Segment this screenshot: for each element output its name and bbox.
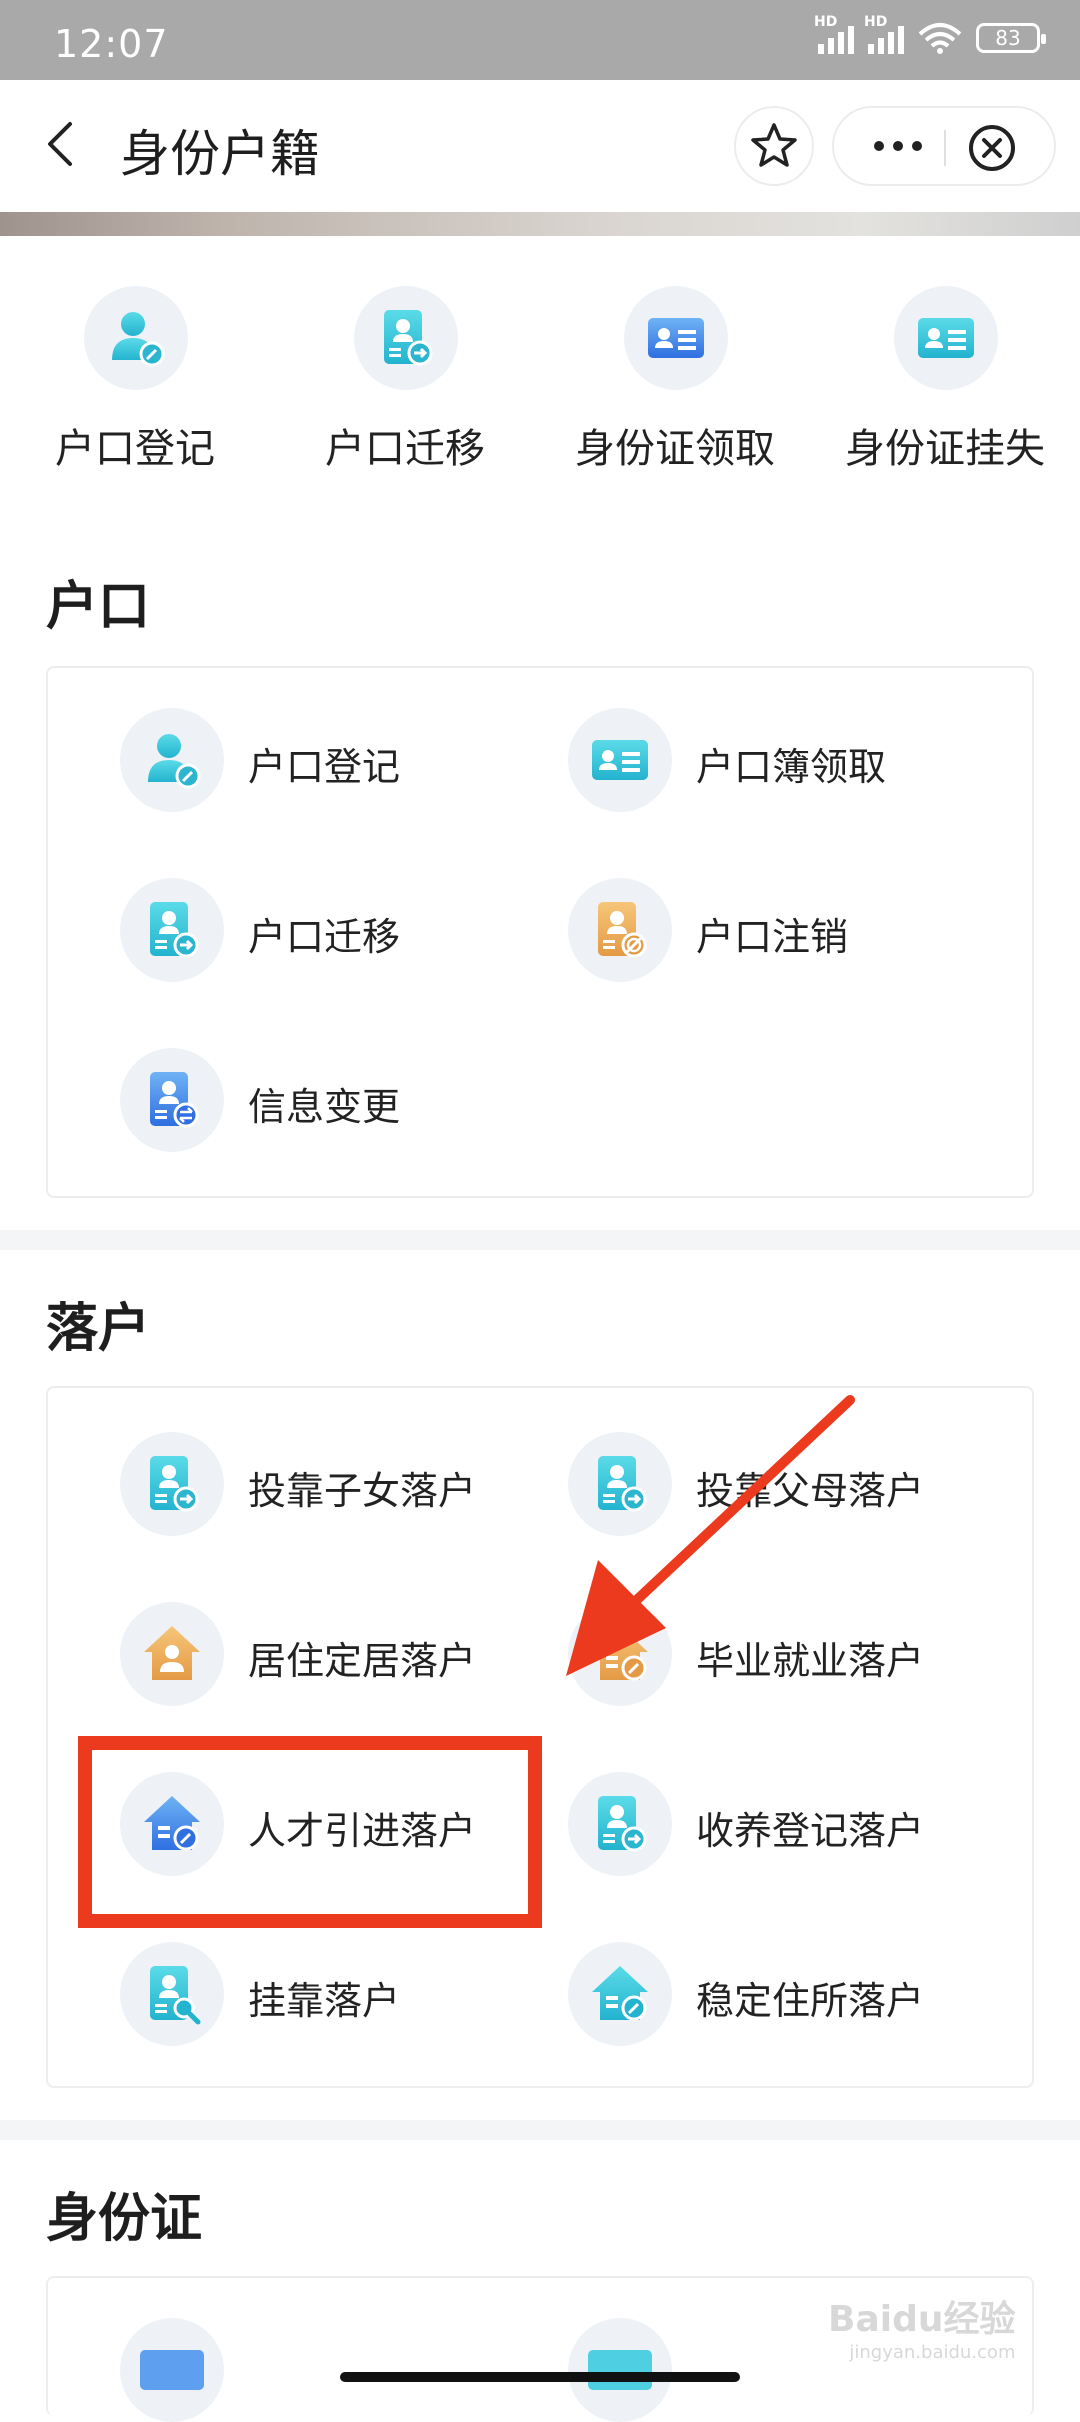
quick-label: 户口迁移: [325, 426, 485, 472]
id-card-icon[interactable]: [568, 2318, 672, 2422]
section-title-idcard: 身份证: [46, 2189, 203, 2249]
service-info-change[interactable]: 信息变更: [120, 1048, 560, 1158]
section-title-settle: 落户: [46, 1299, 151, 1359]
service-hukou-register[interactable]: 户口登记: [120, 708, 560, 818]
more-button[interactable]: [860, 124, 936, 168]
home-indicator[interactable]: [340, 2372, 740, 2382]
service-label: 居住定居落户: [248, 1639, 477, 1683]
service-hukou-transfer[interactable]: 户口迁移: [120, 878, 560, 988]
service-settle-with-children[interactable]: 投靠子女落户: [120, 1432, 560, 1542]
service-settle-affiliated[interactable]: 挂靠落户: [120, 1942, 560, 2052]
service-settle-stable-residence[interactable]: 稳定住所落户: [568, 1942, 1008, 2052]
service-label: 户口注销: [696, 915, 849, 959]
signal-icon: HD: [814, 14, 854, 54]
hd-label: HD: [864, 14, 888, 30]
house-edit-icon: [568, 1602, 672, 1706]
doc-transfer-icon: [568, 1772, 672, 1876]
close-button[interactable]: [962, 118, 1022, 178]
star-icon: [751, 123, 797, 167]
status-icons: HD HD 83: [814, 14, 1046, 54]
quick-idcard-report-loss[interactable]: 身份证挂失: [810, 280, 1080, 480]
id-card-icon: [624, 286, 728, 390]
doc-transfer-icon: [120, 878, 224, 982]
quick-label: 身份证领取: [575, 426, 775, 472]
section-divider: [0, 1230, 1080, 1250]
service-hukou-book-collect[interactable]: 户口簿领取: [568, 708, 1008, 818]
doc-transfer-icon: [120, 1432, 224, 1536]
mini-program-capsule: [832, 106, 1056, 186]
battery-icon: 83: [976, 23, 1046, 53]
service-settle-with-parents[interactable]: 投靠父母落户: [568, 1432, 1008, 1542]
house-person-icon: [120, 1602, 224, 1706]
section-title-hukou: 户口: [46, 577, 151, 637]
service-label: 毕业就业落户: [696, 1639, 925, 1683]
service-label: 户口簿领取: [696, 745, 887, 789]
status-bar: 12:07 HD HD 83: [0, 0, 1080, 80]
house-edit-icon: [568, 1942, 672, 2046]
watermark-brand: Baidu经验: [828, 2299, 1016, 2340]
quick-hukou-register[interactable]: 户口登记: [0, 280, 270, 480]
service-settle-graduate-employment[interactable]: 毕业就业落户: [568, 1602, 1008, 1712]
signal-icon: HD: [864, 14, 904, 54]
capsule-divider: [944, 130, 946, 166]
person-edit-icon: [84, 286, 188, 390]
quick-hukou-transfer[interactable]: 户口迁移: [270, 280, 540, 480]
service-settle-adoption[interactable]: 收养登记落户: [568, 1772, 1008, 1882]
status-time: 12:07: [54, 22, 169, 66]
doc-exchange-icon: [120, 1048, 224, 1152]
quick-actions: 户口登记 户口迁移 身份证领取 身份证挂失: [0, 280, 1080, 480]
quick-label: 身份证挂失: [845, 426, 1045, 472]
service-label: 户口迁移: [248, 915, 401, 959]
page-title: 身份户籍: [120, 125, 320, 183]
highlight-box: [78, 1736, 542, 1928]
title-bar: 身份户籍: [0, 80, 1080, 212]
doc-transfer-icon: [568, 1432, 672, 1536]
service-hukou-cancel[interactable]: 户口注销: [568, 878, 1008, 988]
quick-idcard-collect[interactable]: 身份证领取: [540, 280, 810, 480]
hukou-card: 户口登记 户口簿领取 户口迁移 户口注销 信息变更: [46, 666, 1034, 1198]
quick-label: 户口登记: [55, 426, 215, 472]
favorite-button[interactable]: [734, 106, 814, 186]
id-card-icon: [568, 708, 672, 812]
service-label: 挂靠落户: [248, 1979, 401, 2023]
battery-level: 83: [995, 26, 1021, 50]
banner-image[interactable]: [0, 212, 1080, 236]
id-card-icon: [894, 286, 998, 390]
service-label: 收养登记落户: [696, 1809, 925, 1853]
hd-label: HD: [814, 14, 838, 30]
person-edit-icon: [120, 708, 224, 812]
service-label: 信息变更: [248, 1085, 401, 1129]
service-label: 投靠父母落户: [696, 1469, 925, 1513]
close-circle-icon: [969, 125, 1015, 171]
id-card-icon[interactable]: [120, 2318, 224, 2422]
wifi-icon: [918, 23, 962, 54]
back-arrow-icon[interactable]: [36, 116, 92, 172]
doc-cancel-icon: [568, 878, 672, 982]
watermark-url: jingyan.baidu.com: [849, 2342, 1016, 2363]
watermark-logo: Baidu经验 jingyan.baidu.com: [828, 2290, 1015, 2363]
doc-transfer-icon: [354, 286, 458, 390]
service-label: 户口登记: [248, 745, 401, 789]
service-label: 稳定住所落户: [696, 1979, 925, 2023]
doc-search-icon: [120, 1942, 224, 2046]
service-label: 投靠子女落户: [248, 1469, 477, 1513]
service-settle-residence[interactable]: 居住定居落户: [120, 1602, 560, 1712]
section-divider: [0, 2120, 1080, 2140]
